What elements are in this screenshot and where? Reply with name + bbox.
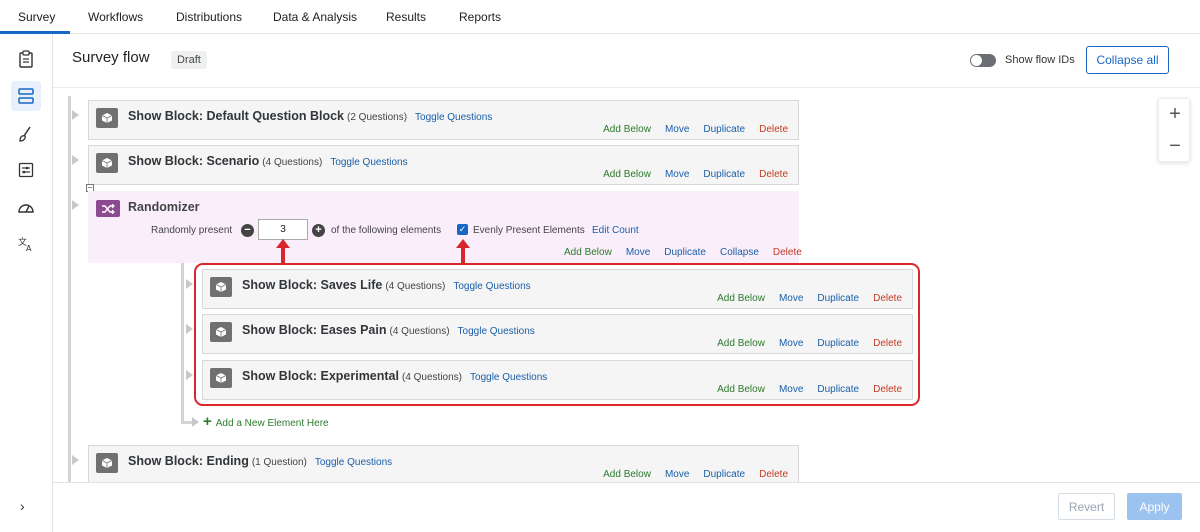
top-navigation: Survey Workflows Distributions Data & An…: [0, 0, 1200, 34]
block-cube-icon: [96, 453, 118, 473]
svg-text:A: A: [26, 244, 32, 252]
block-cube-icon: [96, 108, 118, 128]
move-button[interactable]: Move: [665, 169, 689, 180]
add-below-button[interactable]: Add Below: [603, 469, 651, 480]
header-divider: [53, 87, 1200, 88]
flow-arrow: [72, 200, 79, 210]
increment-count-icon[interactable]: +: [312, 224, 325, 237]
flow-block-ending: Show Block: Ending (1 Question) Toggle Que…: [88, 445, 799, 485]
move-button[interactable]: Move: [626, 247, 650, 258]
randomizer-branch-line: [181, 263, 184, 423]
tab-survey[interactable]: Survey: [18, 10, 55, 24]
tools-gauge-icon[interactable]: [14, 195, 38, 219]
collapse-all-button[interactable]: Collapse all: [1086, 46, 1169, 74]
tab-workflows[interactable]: Workflows: [88, 10, 143, 24]
flow-arrow: [186, 279, 193, 289]
question-count: (1 Question): [251, 457, 307, 468]
duplicate-button[interactable]: Duplicate: [703, 124, 745, 135]
add-new-element-link[interactable]: + Add a New Element Here: [203, 413, 329, 430]
look-and-feel-brush-icon[interactable]: [14, 122, 38, 146]
evenly-present-label: Evenly Present Elements: [473, 225, 585, 236]
block-cube-icon: [96, 153, 118, 173]
zoom-controls: + −: [1158, 98, 1190, 162]
delete-button[interactable]: Delete: [773, 247, 802, 258]
main-flow-line: [68, 96, 71, 482]
delete-button[interactable]: Delete: [759, 124, 788, 135]
survey-flow-icon[interactable]: [11, 81, 41, 111]
block-title: Show Block: Default Question Block: [128, 109, 344, 123]
annotation-arrow: [276, 239, 290, 264]
flow-arrow: [186, 370, 193, 380]
add-below-button[interactable]: Add Below: [603, 124, 651, 135]
toggle-questions-link[interactable]: Toggle Questions: [330, 157, 407, 168]
collapse-button[interactable]: Collapse: [720, 247, 759, 258]
plus-icon: +: [203, 413, 212, 430]
question-count: (2 Questions): [347, 112, 408, 123]
apply-button[interactable]: Apply: [1127, 493, 1182, 520]
tab-results[interactable]: Results: [386, 10, 426, 24]
duplicate-button[interactable]: Duplicate: [664, 247, 706, 258]
flow-block-default: Show Block: Default Question Block (2 Que…: [88, 100, 799, 140]
tab-reports[interactable]: Reports: [459, 10, 501, 24]
block-title: Show Block: Ending: [128, 454, 249, 468]
left-sidebar: 文A: [0, 34, 53, 532]
add-below-button[interactable]: Add Below: [564, 247, 612, 258]
footer-bar: [53, 482, 1200, 532]
zoom-in-icon[interactable]: +: [1159, 99, 1191, 131]
show-flow-ids-toggle[interactable]: [970, 54, 996, 67]
flow-arrow: [72, 455, 79, 465]
evenly-present-checkbox[interactable]: ✓: [457, 224, 468, 235]
randomize-count-input[interactable]: [258, 219, 308, 240]
delete-button[interactable]: Delete: [759, 169, 788, 180]
block-title: Show Block: Scenario: [128, 154, 260, 168]
expand-sidebar-icon[interactable]: ›: [20, 498, 25, 514]
add-new-element-label: Add a New Element Here: [215, 418, 329, 429]
survey-options-icon[interactable]: [14, 158, 38, 182]
randomly-present-label: Randomly present: [151, 225, 233, 236]
duplicate-button[interactable]: Duplicate: [703, 469, 745, 480]
flow-arrow: [72, 155, 79, 165]
shuffle-icon: [96, 200, 120, 217]
move-button[interactable]: Move: [665, 469, 689, 480]
flow-arrow: [72, 110, 79, 120]
duplicate-button[interactable]: Duplicate: [703, 169, 745, 180]
tab-data-analysis[interactable]: Data & Analysis: [273, 10, 357, 24]
question-count: (4 Questions): [262, 157, 323, 168]
page-title: Survey flow: [72, 49, 150, 66]
move-button[interactable]: Move: [665, 124, 689, 135]
revert-button[interactable]: Revert: [1058, 493, 1115, 520]
decrement-count-icon[interactable]: −: [241, 224, 254, 237]
flow-arrow: [192, 417, 199, 427]
show-flow-ids-label: Show flow IDs: [1005, 54, 1075, 66]
highlight-annotation-box: [194, 263, 920, 406]
randomizer-title: Randomizer: [128, 200, 200, 214]
survey-clipboard-icon[interactable]: [14, 47, 38, 71]
flow-block-scenario: Show Block: Scenario (4 Questions) Toggle …: [88, 145, 799, 185]
tab-distributions[interactable]: Distributions: [176, 10, 242, 24]
status-badge: Draft: [171, 51, 207, 69]
translate-icon[interactable]: 文A: [14, 232, 38, 256]
annotation-arrow: [456, 239, 470, 264]
delete-button[interactable]: Delete: [759, 469, 788, 480]
toggle-questions-link[interactable]: Toggle Questions: [315, 457, 392, 468]
edit-count-link[interactable]: Edit Count: [592, 225, 639, 236]
of-following-label: of the following elements: [331, 225, 442, 236]
flow-arrow: [186, 324, 193, 334]
toggle-questions-link[interactable]: Toggle Questions: [415, 112, 492, 123]
add-below-button[interactable]: Add Below: [603, 169, 651, 180]
zoom-out-icon[interactable]: −: [1159, 131, 1191, 163]
